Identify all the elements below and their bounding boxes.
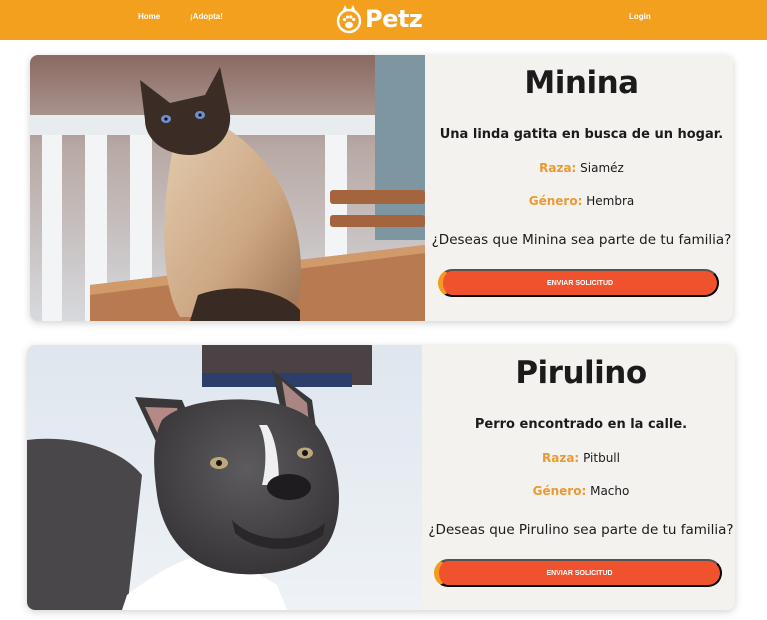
pet-info: Pirulino Perro encontrado en la calle. R…: [427, 345, 735, 610]
gender-value: Hembra: [586, 194, 635, 208]
pet-name: Minina: [524, 65, 639, 101]
nav-adopta-link[interactable]: ¡Adopta!: [190, 12, 223, 21]
logo-wordmark: Petz: [365, 5, 423, 33]
pet-gender: Género: Hembra: [430, 194, 733, 208]
send-request-button[interactable]: ENVIAR SOLICITUD: [434, 559, 722, 587]
pet-breed: Raza: Siaméz: [430, 161, 733, 175]
breed-value: Pitbull: [583, 451, 620, 465]
pet-photo: [27, 345, 422, 610]
paw-logo-icon: [336, 5, 362, 34]
siamese-cat-photo: [30, 55, 425, 321]
pitbull-dog-photo: [27, 345, 422, 610]
pet-card: Pirulino Perro encontrado en la calle. R…: [27, 345, 735, 610]
pet-name: Pirulino: [515, 355, 647, 391]
petz-logo[interactable]: Petz: [336, 2, 423, 36]
nav-login-link[interactable]: Login: [629, 12, 651, 21]
adoption-question: ¿Deseas que Pirulino sea parte de tu fam…: [428, 522, 734, 538]
breed-label: Raza:: [539, 161, 577, 175]
pet-photo: [30, 55, 425, 321]
breed-value: Siaméz: [580, 161, 624, 175]
pet-breed: Raza: Pitbull: [427, 451, 735, 465]
adoption-question: ¿Deseas que Minina sea parte de tu famil…: [431, 232, 732, 248]
send-request-button[interactable]: ENVIAR SOLICITUD: [438, 269, 719, 297]
pet-info: Minina Una linda gatita en busca de un h…: [430, 55, 733, 321]
pet-description: Una linda gatita en busca de un hogar.: [439, 127, 724, 142]
pet-card: Minina Una linda gatita en busca de un h…: [30, 55, 733, 321]
nav-home-link[interactable]: Home: [138, 12, 160, 21]
pet-gender: Género: Macho: [427, 484, 735, 498]
gender-label: Género:: [528, 194, 583, 208]
top-navbar: Home ¡Adopta! Petz Login: [0, 0, 767, 40]
pet-description: Perro encontrado en la calle.: [474, 417, 688, 432]
breed-label: Raza:: [542, 451, 580, 465]
gender-label: Género:: [532, 484, 587, 498]
gender-value: Macho: [590, 484, 630, 498]
